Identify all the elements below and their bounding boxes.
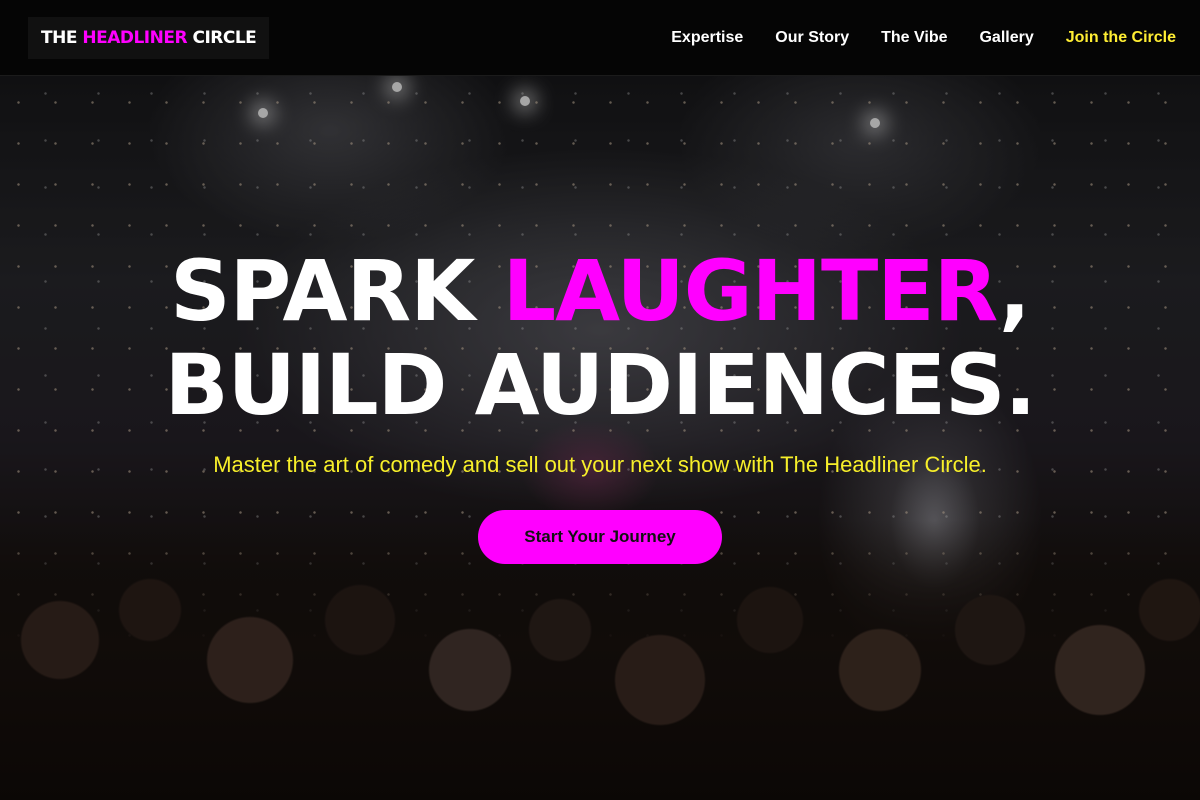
hero-subtext: Master the art of comedy and sell out yo… [213,452,987,477]
start-your-journey-button[interactable]: Start Your Journey [478,510,722,564]
logo-text-circle: CIRCLE [192,27,257,48]
main-navigation: Expertise Our Story The Vibe Gallery Joi… [639,29,1176,47]
nav-link-the-vibe[interactable]: The Vibe [881,29,947,47]
headline-word-laughter: LAUGHTER [502,242,1000,340]
logo-text-headliner: HEADLINER [82,27,188,48]
site-logo[interactable]: THE HEADLINER CIRCLE [28,16,270,59]
nav-link-join-the-circle[interactable]: Join the Circle [1066,29,1176,47]
headline-word-spark: SPARK [170,242,475,340]
hero-headline: SPARK LAUGHTER, BUILD AUDIENCES. [164,242,1037,434]
hero-section: SPARK LAUGHTER, BUILD AUDIENCES. Master … [0,76,1200,800]
logo-text-the: THE [41,27,77,48]
headline-line-two: BUILD AUDIENCES. [164,336,1037,434]
nav-link-expertise[interactable]: Expertise [671,29,743,47]
nav-link-gallery[interactable]: Gallery [979,29,1033,47]
top-navbar: THE HEADLINER CIRCLE Expertise Our Story… [0,0,1200,76]
headline-comma: , [998,242,1031,340]
nav-link-our-story[interactable]: Our Story [775,29,849,47]
